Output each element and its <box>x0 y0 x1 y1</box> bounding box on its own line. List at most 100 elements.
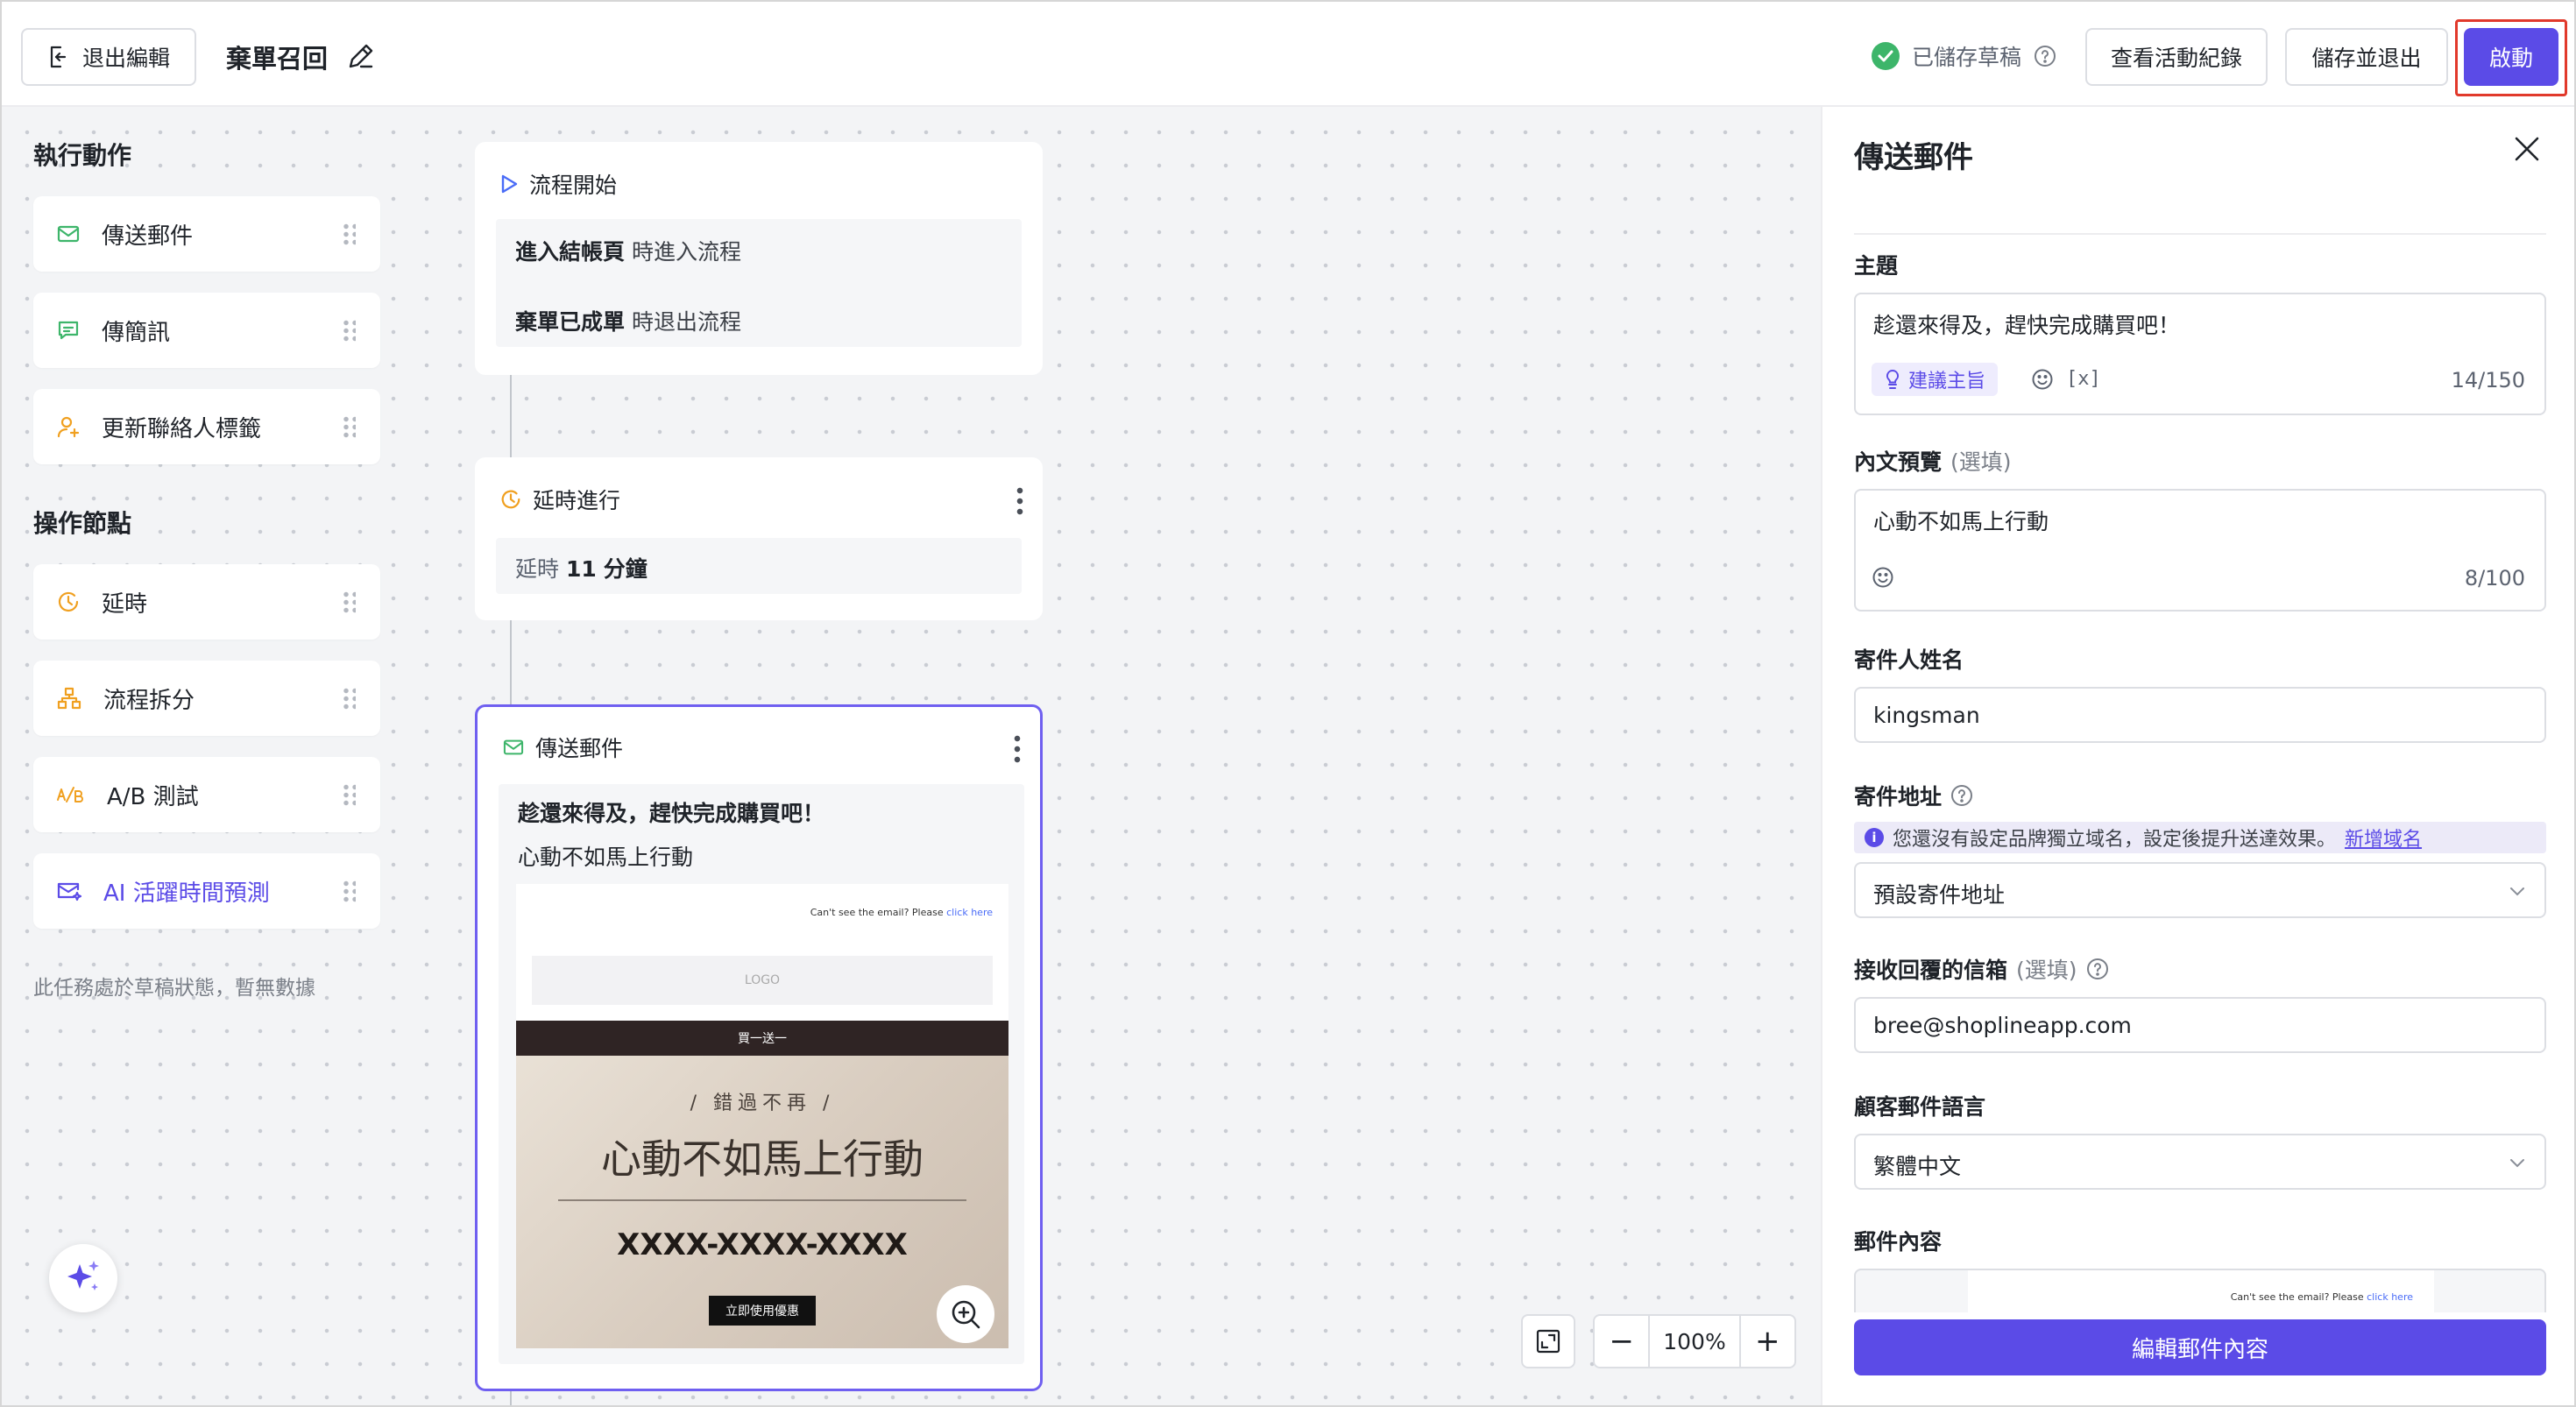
palette-item-delay[interactable]: 延時 <box>33 564 380 640</box>
check-circle-icon <box>1872 42 1900 70</box>
drag-handle-icon[interactable] <box>342 880 356 902</box>
entry-rule-text: 時進入流程 <box>631 239 741 265</box>
launch-button[interactable]: 啟動 <box>2464 28 2558 86</box>
fit-screen-icon <box>1536 1329 1560 1354</box>
sender-address-label-text: 寄件地址 <box>1854 784 1943 810</box>
optional-tag: (選填) <box>1950 449 2012 475</box>
contact-tag-icon <box>57 416 80 438</box>
subject-input-value[interactable]: 趁還來得及，趕快完成購買吧！ <box>1873 308 2180 340</box>
draft-empty-note: 此任務處於草稿狀態，暫無數據 <box>33 977 315 1000</box>
palette-item-send-sms[interactable]: 傳簡訊 <box>33 293 380 368</box>
delay-detail: 延時 11 分鐘 <box>515 552 648 583</box>
logo-placeholder: LOGO <box>532 956 993 1005</box>
exit-edit-button[interactable]: 退出編輯 <box>21 28 196 86</box>
top-bar: 退出編輯 棄單召回 已儲存草稿 查看活動紀錄 儲存並退出 啟動 <box>2 2 2574 107</box>
zoom-preview-button[interactable] <box>937 1285 994 1343</box>
close-icon[interactable] <box>2509 131 2544 166</box>
more-options-icon[interactable] <box>1016 485 1023 515</box>
chevron-down-icon <box>2510 887 2524 896</box>
email-top-note: Can't see the email? Please click here <box>810 907 993 918</box>
palette-item-label: 流程拆分 <box>103 687 195 714</box>
more-options-icon[interactable] <box>1014 733 1021 763</box>
drag-handle-icon[interactable] <box>342 223 356 245</box>
palette-item-label: 更新聯絡人標籤 <box>102 415 262 442</box>
emoji-icon[interactable] <box>2031 368 2054 391</box>
language-label-text: 顧客郵件語言 <box>1854 1094 1986 1120</box>
email-top-note-text: Can't see the email? Please <box>810 907 944 918</box>
view-activity-log-button[interactable]: 查看活動紀錄 <box>2085 28 2268 86</box>
zoom-in-button[interactable]: + <box>1741 1324 1794 1359</box>
pencil-icon[interactable] <box>345 40 377 72</box>
palette-item-send-email[interactable]: 傳送郵件 <box>33 196 380 272</box>
help-icon[interactable] <box>1950 784 1973 807</box>
suggest-subject-button[interactable]: 建議主旨 <box>1872 363 1999 396</box>
drag-handle-icon[interactable] <box>342 319 356 342</box>
hero-subtitle: / 錯過不再 / <box>690 1092 835 1114</box>
palette-item-ai-active-time[interactable]: AI 活躍時間預測 <box>33 853 380 929</box>
language-select[interactable]: 繁體中文 <box>1854 1134 2546 1190</box>
palette-item-ab-test[interactable]: A/B 測試 <box>33 757 380 832</box>
hero-title: 心動不如馬上行動 <box>601 1135 924 1183</box>
sender-name-field[interactable]: kingsman <box>1854 687 2546 743</box>
optional-tag: (選填) <box>2016 958 2077 983</box>
add-domain-link[interactable]: 新增域名 <box>2345 824 2422 852</box>
preview-input-value[interactable]: 心動不如馬上行動 <box>1873 505 2049 536</box>
mail-icon <box>57 225 80 243</box>
insert-variable-button[interactable]: [x] <box>2066 368 2101 390</box>
drag-handle-icon[interactable] <box>342 590 356 613</box>
clock-icon <box>501 490 520 509</box>
panel-title: 傳送郵件 <box>1854 140 1973 175</box>
split-icon <box>57 687 81 710</box>
subject-field[interactable]: 趁還來得及，趕快完成購買吧！ 建議主旨 [x] 14/150 <box>1854 293 2546 415</box>
email-preview-text: 心動不如馬上行動 <box>518 845 694 870</box>
ai-assistant-button[interactable] <box>49 1244 117 1312</box>
email-hero: / 錯過不再 / 心動不如馬上行動 XXXX-XXXX-XXXX 立即使用優惠 <box>516 1056 1008 1348</box>
domain-info-banner: i 您還沒有設定品牌獨立域名，設定後提升送達效果。 新增域名 <box>1854 822 2546 853</box>
reply-to-label-text: 接收回覆的信箱 <box>1854 958 2008 983</box>
delay-value: 11 <box>565 556 597 582</box>
clock-icon <box>58 591 79 612</box>
zoom-control: − 100% + <box>1593 1314 1796 1368</box>
operations-section-title: 操作節點 <box>33 509 132 538</box>
palette-item-label: 延時 <box>102 590 148 618</box>
fit-view-button[interactable] <box>1521 1314 1575 1368</box>
node-header: 延時進行 <box>499 484 620 515</box>
email-detail-box: 趁還來得及，趕快完成購買吧！ 心動不如馬上行動 Can't see the em… <box>499 784 1024 1364</box>
palette-item-label: 傳簡訊 <box>102 319 171 346</box>
exit-rule: 棄單已成單 時退出流程 <box>515 305 741 336</box>
drag-handle-icon[interactable] <box>342 783 356 806</box>
email-banner: 買一送一 <box>516 1021 1008 1056</box>
delay-node[interactable]: 延時進行 延時 11 分鐘 <box>475 457 1043 620</box>
subject-char-count: 14/150 <box>2451 368 2525 392</box>
panel-divider <box>1854 233 2546 235</box>
send-email-node[interactable]: 傳送郵件 趁還來得及，趕快完成購買吧！ 心動不如馬上行動 Can't see t… <box>475 704 1043 1391</box>
drag-handle-icon[interactable] <box>342 415 356 438</box>
preview-text-field[interactable]: 心動不如馬上行動 8/100 <box>1854 489 2546 612</box>
sms-icon <box>58 321 79 340</box>
sender-name-value[interactable]: kingsman <box>1873 703 1980 728</box>
sender-name-label-text: 寄件人姓名 <box>1854 647 1964 673</box>
flow-canvas[interactable]: 執行動作 傳送郵件 傳簡訊 更新聯絡人標籤 操作節點 延時 流程拆分 A/B 測… <box>2 107 1821 1405</box>
sender-address-select[interactable]: 預設寄件地址 <box>1854 862 2546 918</box>
exit-edit-label: 退出編輯 <box>81 46 170 71</box>
exit-rule-event: 棄單已成單 <box>515 309 626 335</box>
reply-to-value[interactable]: bree@shoplineapp.com <box>1873 1013 2132 1038</box>
drag-handle-icon[interactable] <box>342 687 356 710</box>
email-top-link: click here <box>946 907 993 918</box>
reply-to-field[interactable]: bree@shoplineapp.com <box>1854 997 2546 1053</box>
help-icon[interactable] <box>2086 958 2109 980</box>
help-icon[interactable] <box>2034 45 2056 67</box>
palette-item-update-contact-tag[interactable]: 更新聯絡人標籤 <box>33 389 380 464</box>
node-settings-panel: 傳送郵件 主題 趁還來得及，趕快完成購買吧！ 建議主旨 [x] 14/150 內… <box>1821 107 2574 1405</box>
palette-item-split-flow[interactable]: 流程拆分 <box>33 661 380 736</box>
play-icon <box>501 174 518 194</box>
save-and-exit-button[interactable]: 儲存並退出 <box>2285 28 2448 86</box>
zoom-out-button[interactable]: − <box>1595 1324 1648 1359</box>
emoji-icon[interactable] <box>1872 566 1894 589</box>
save-status-text: 已儲存草稿 <box>1912 45 2022 70</box>
zoom-in-icon <box>952 1300 980 1329</box>
flow-start-node[interactable]: 流程開始 進入結帳頁 時進入流程 棄單已成單 時退出流程 <box>475 142 1043 375</box>
domain-info-text: 您還沒有設定品牌獨立域名，設定後提升送達效果。 <box>1893 829 2337 851</box>
info-icon: i <box>1865 828 1884 847</box>
edit-email-content-button[interactable]: 編輯郵件內容 <box>1854 1319 2546 1375</box>
